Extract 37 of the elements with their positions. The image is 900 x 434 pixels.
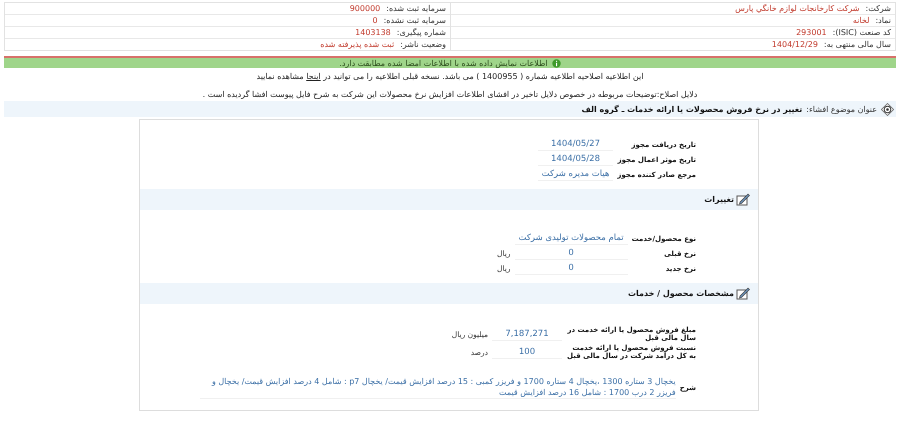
field-value: هیات مدیره شرکت xyxy=(538,168,614,181)
correction-reason: دلایل اصلاح:توضیحات مربوطه در خصوص دلایل تاخیر در افشای اطلاعات افزایش نرخ محصولات این شرکت به شرح فایل پیوست افشا گردیده است . xyxy=(202,90,698,99)
info-value: 293001 xyxy=(796,28,827,37)
info-label: سال مالی منتهی به: xyxy=(824,40,891,49)
field-value: 1404/05/28 xyxy=(538,153,614,166)
info-value: 900000 xyxy=(350,4,380,13)
description-text: یخچال 3 ستاره 1300 ،یخچال 4 ستاره 1700 و فریزر کمبی : 15 درصد افزایش قیمت/ یخچال p7 : شامل 4 درصد افزایش قیمت/ یخچال و فریزر 2 درب 1700 : شامل 16 درصد افزایش قیمت xyxy=(200,376,676,399)
section-title: مشخصات محصول / خدمات xyxy=(628,289,734,298)
field-value: 100 xyxy=(492,346,562,358)
section-title: تغییرات xyxy=(704,195,734,204)
field-value: 0 xyxy=(514,262,628,275)
info-value: ثبت شده پذیرفته شده xyxy=(320,40,394,49)
info-label: سرمایه ثبت شده: xyxy=(386,4,446,13)
subject-label: عنوان موضوع افشاء: xyxy=(806,104,877,114)
info-label: وضعیت ناشر: xyxy=(400,40,446,49)
info-value: شرکت کارخانجات لوازم خانگي پارس xyxy=(735,4,860,13)
info-value: 0 xyxy=(372,16,378,25)
target-icon xyxy=(881,102,894,116)
edit-icon xyxy=(736,287,750,300)
here-link[interactable]: اینجا xyxy=(306,72,321,81)
correction-notice: این اطلاعیه اصلاحیه اطلاعیه شماره ( 1400955 ) می باشد. نسخه قبلی اطلاعیه را می توانید در اینجا مشاهده نمایید xyxy=(256,72,644,81)
verification-text: اطلاعات نمایش داده شده با اطلاعات امضا شده مطابقت دارد. xyxy=(339,58,548,68)
field-value: 1404/05/27 xyxy=(538,138,614,151)
info-label: شرکت: xyxy=(866,4,891,13)
info-label: شماره پیگیری: xyxy=(396,28,446,37)
info-icon xyxy=(552,58,561,68)
info-value: لخانه xyxy=(852,16,870,25)
edit-icon xyxy=(736,193,750,206)
info-value: 1403138 xyxy=(355,28,391,37)
field-value: 0 xyxy=(514,247,628,260)
info-value: 1404/12/29 xyxy=(772,40,818,49)
field-value: 7,187,271 xyxy=(492,328,562,340)
info-label: نماد: xyxy=(875,16,891,25)
subject-title: تغییر در نرخ فروش محصولات یا ارائه خدمات ـ گروه الف xyxy=(581,104,802,114)
field-value: تمام محصولات تولیدی شرکت xyxy=(514,232,628,245)
info-label: سرمایه ثبت نشده: xyxy=(384,16,446,25)
info-label: کد صنعت (ISIC): xyxy=(832,28,891,37)
